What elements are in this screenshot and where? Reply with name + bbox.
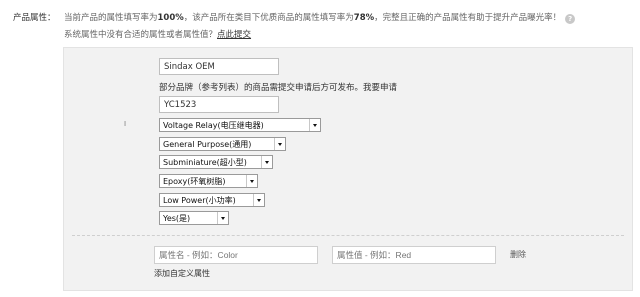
brand-input[interactable]: Sindax OEM	[159, 58, 279, 75]
add-custom-attribute-link[interactable]: 添加自定义属性	[154, 268, 210, 279]
usage-select[interactable]: General Purpose(通用)	[159, 137, 286, 151]
size-select[interactable]: Subminiature(超小型)	[159, 155, 273, 169]
size-selected: Subminiature(超小型)	[163, 158, 247, 167]
delete-custom-attribute-link[interactable]: 删除	[510, 249, 526, 260]
custom-attribute-value-input[interactable]	[332, 246, 496, 264]
attributes-panel: 品牌 Sindax OEM 部分品牌（参考列表）的商品需提交申请后方可发布。我要…	[63, 47, 633, 291]
model-input[interactable]: YC1523	[159, 96, 279, 113]
good-fill-rate-value: 78%	[353, 13, 375, 23]
contact-load-select[interactable]: Low Power(小功率)	[159, 193, 265, 207]
principle-selected: Voltage Relay(电压继电器)	[163, 121, 264, 130]
chevron-down-icon	[274, 138, 285, 150]
missing-attribute-text: 系统属性中没有合适的属性或者属性值？	[64, 30, 218, 40]
brand-note-suffix: ）的商品需提交申请后方可发布。我要申请	[235, 83, 398, 93]
brand-note-prefix: 部分品牌（	[159, 83, 202, 93]
principle-select[interactable]: Voltage Relay(电压继电器)	[159, 118, 321, 132]
fill-rate-message: 当前产品的属性填写率为100%，该产品所在类目下优质商品的属性填写率为78%，完…	[64, 11, 576, 24]
protection-selected: Epoxy(环氧树脂)	[163, 177, 226, 186]
help-icon[interactable]: ?	[565, 14, 576, 24]
chevron-down-icon	[261, 156, 272, 168]
fill-rate-suffix: ，完整且正确的产品属性有助于提升产品曝光率！	[374, 13, 562, 23]
protection-select[interactable]: Epoxy(环氧树脂)	[159, 174, 258, 188]
missing-attribute-message: 系统属性中没有合适的属性或者属性值？点此提交	[64, 28, 251, 40]
fill-rate-mid: ，该产品所在类目下优质商品的属性填写率为	[183, 13, 354, 23]
attributes-header-label: 产品属性：	[13, 13, 56, 23]
chevron-down-icon	[253, 194, 264, 206]
chevron-down-icon	[309, 119, 320, 131]
reference-list-link[interactable]: 参考列表	[202, 83, 236, 93]
fill-rate-value: 100%	[157, 13, 184, 23]
fill-rate-prefix: 当前产品的属性填写率为	[64, 13, 158, 23]
customizable-select[interactable]: Yes(是)	[159, 211, 229, 225]
customizable-selected: Yes(是)	[163, 214, 191, 223]
usage-selected: General Purpose(通用)	[163, 140, 252, 149]
custom-attribute-name-input[interactable]	[154, 246, 318, 264]
contact-load-selected: Low Power(小功率)	[163, 196, 236, 205]
chevron-down-icon	[246, 175, 257, 187]
divider	[72, 235, 624, 236]
brand-note: 部分品牌（参考列表）的商品需提交申请后方可发布。我要申请	[159, 81, 397, 93]
chevron-down-icon	[217, 212, 228, 224]
submit-attribute-link[interactable]: 点此提交	[217, 30, 251, 40]
